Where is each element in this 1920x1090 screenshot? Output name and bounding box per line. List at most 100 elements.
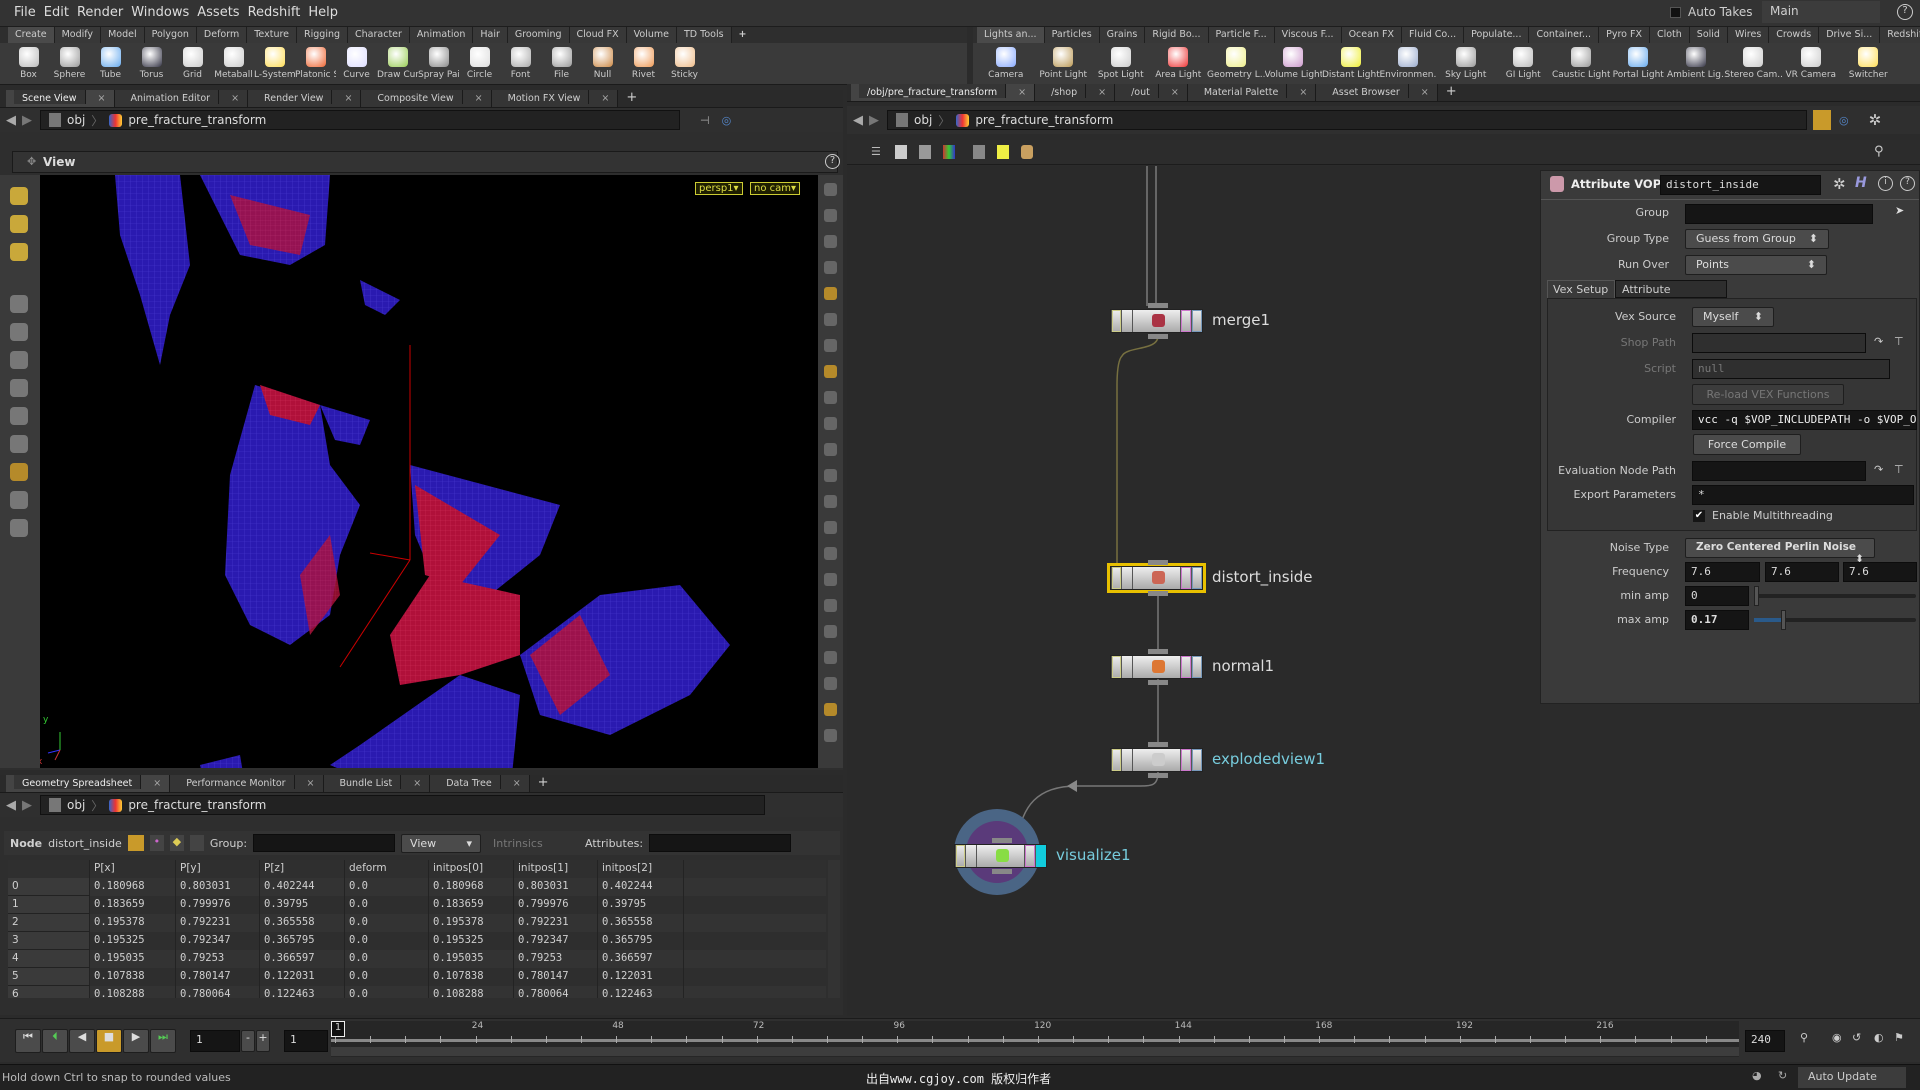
list-view-icon[interactable] — [895, 145, 907, 159]
search-icon[interactable]: ⚲ — [1800, 1031, 1808, 1044]
display-option-icon[interactable] — [824, 287, 837, 300]
shelf-tab-create[interactable]: Create — [8, 27, 55, 43]
jump-start-button[interactable]: ⏮ — [15, 1029, 41, 1053]
shelf-tab-particle-f[interactable]: Particle F... — [1208, 27, 1275, 43]
table-row[interactable]: 0 0.180968 0.803031 0.402244 0.0 0.180968 0.80… — [8, 878, 826, 896]
shelf-tab-model[interactable]: Model — [101, 27, 145, 43]
shelf-tool-geometry-l[interactable]: Geometry L... — [1207, 46, 1265, 80]
group-field[interactable] — [1685, 204, 1873, 224]
detail-mode-icon[interactable] — [189, 835, 204, 851]
frequency-y-field[interactable]: 7.6 — [1765, 562, 1839, 582]
shelf-tab-wires[interactable]: Wires — [1727, 27, 1770, 43]
loop-icon[interactable]: ↺ — [1852, 1031, 1861, 1044]
shelf-tab-deform[interactable]: Deform — [196, 27, 248, 43]
close-tab-icon[interactable]: × — [98, 93, 106, 104]
node-label[interactable]: distort_inside — [1212, 568, 1313, 586]
shelf-tool-ambient-lig[interactable]: Ambient Lig... — [1667, 46, 1725, 80]
display-option-icon[interactable] — [824, 443, 837, 456]
column-header[interactable]: P[x] — [90, 860, 176, 878]
display-option-icon[interactable] — [824, 625, 837, 638]
shelf-tab-lights-an[interactable]: Lights an... — [977, 27, 1045, 43]
template-flag[interactable] — [1180, 310, 1191, 332]
pane-tab-shop[interactable]: /shop × — [1035, 84, 1116, 101]
table-row[interactable]: 5 0.107838 0.780147 0.122031 0.0 0.107838 0.78… — [8, 968, 826, 986]
forward-arrow-icon[interactable]: ▶ — [22, 798, 32, 813]
node-name-field[interactable]: distort_inside — [1660, 175, 1821, 195]
close-tab-icon[interactable]: × — [1299, 87, 1307, 98]
scale-tool-icon[interactable] — [10, 295, 28, 313]
node-output-connector[interactable] — [992, 869, 1012, 874]
shelf-tab-character[interactable]: Character — [348, 27, 410, 43]
magnet-a-tool-icon[interactable] — [10, 351, 28, 369]
shelf-tool-camera[interactable]: Camera — [977, 46, 1035, 80]
node-input-connector[interactable] — [1148, 742, 1168, 747]
pane-tab-composite-view[interactable]: Composite View × — [361, 90, 492, 107]
shelf-tool-area-light[interactable]: Area Light — [1150, 46, 1208, 80]
pane-tab-obj-pre-fracture-transform[interactable]: /obj/pre_fracture_transform × — [851, 84, 1036, 101]
table-row[interactable]: 1 0.183659 0.799976 0.39795 0.0 0.183659 0.799… — [8, 896, 826, 914]
shelf-tool-font[interactable]: Font — [500, 46, 541, 80]
node-label[interactable]: visualize1 — [1056, 846, 1131, 864]
realtime-icon[interactable]: ◉ — [1832, 1031, 1842, 1044]
max-amp-slider-handle[interactable] — [1781, 610, 1786, 630]
force-compile-button[interactable]: Force Compile — [1693, 434, 1801, 455]
shelf-tool-gi-light[interactable]: GI Light — [1495, 46, 1553, 80]
node-chooser-icon[interactable]: ⊤ — [1894, 463, 1904, 476]
shelf-tab-grains[interactable]: Grains — [1099, 27, 1146, 43]
max-amp-field[interactable]: 0.17 — [1685, 610, 1749, 630]
add-shelf-tab-button[interactable]: + — [732, 27, 754, 43]
template-flag[interactable] — [1180, 567, 1191, 589]
export-parameters-field[interactable]: * — [1692, 485, 1914, 505]
close-tab-icon[interactable]: × — [1098, 87, 1106, 98]
shelf-tool-volume-light[interactable]: Volume Light — [1265, 46, 1322, 80]
path-bar[interactable]: obj 〉 pre_fracture_transform — [887, 110, 1807, 130]
shelf-tool-rivet[interactable]: Rivet — [623, 46, 664, 80]
bypass-flag[interactable] — [955, 845, 965, 867]
shelf-tool-tube[interactable]: Tube — [90, 46, 131, 80]
key-options-icon[interactable]: ⚑ — [1894, 1031, 1904, 1044]
close-tab-icon[interactable]: × — [513, 778, 521, 789]
reload-vex-button[interactable]: Re-load VEX Functions — [1692, 384, 1844, 405]
render-region-tool-icon[interactable] — [10, 491, 28, 509]
network-box-icon[interactable] — [973, 145, 985, 159]
update-mode-dropdown[interactable]: Auto Update — [1798, 1067, 1906, 1088]
shelf-tool-point-light[interactable]: Point Light — [1035, 46, 1093, 80]
table-row[interactable]: 4 0.195035 0.79253 0.366597 0.0 0.195035 0.792… — [8, 950, 826, 968]
shelf-tool-curve[interactable]: Curve — [336, 46, 377, 80]
node-output-connector[interactable] — [1148, 591, 1168, 596]
rotate-tool-icon[interactable] — [10, 243, 28, 261]
tab-attribute-bindings[interactable]: Attribute Bindings — [1615, 280, 1727, 309]
column-header[interactable]: P[z] — [260, 860, 345, 878]
path-bar[interactable]: obj 〉 pre_fracture_transform — [40, 795, 765, 815]
close-tab-icon[interactable]: × — [475, 93, 483, 104]
node-chooser-icon[interactable]: ⊤ — [1894, 335, 1904, 348]
shelf-tool-sphere[interactable]: Sphere — [49, 46, 90, 80]
no-cam-menu[interactable]: no cam▾ — [750, 182, 801, 195]
pane-tab-animation-editor[interactable]: Animation Editor × — [114, 90, 249, 107]
pane-tab-motion-fx-view[interactable]: Motion FX View × — [491, 90, 619, 107]
template-flag[interactable] — [1180, 749, 1191, 771]
shelf-tab-texture[interactable]: Texture — [247, 27, 298, 43]
play-reverse-button[interactable]: ◀ — [69, 1029, 95, 1053]
column-header[interactable]: P[y] — [176, 860, 260, 878]
search-icon[interactable]: ⚲ — [1874, 144, 1884, 159]
frequency-x-field[interactable]: 7.6 — [1685, 562, 1760, 582]
start-frame-field[interactable]: 1 — [284, 1030, 328, 1052]
display-option-icon[interactable] — [824, 261, 837, 274]
vex-source-dropdown[interactable]: Myself ⬍ — [1692, 307, 1774, 327]
menu-edit[interactable]: Edit — [40, 0, 73, 20]
shelf-tab-viscous-f[interactable]: Viscous F... — [1274, 27, 1342, 43]
timeline-range-bar[interactable] — [331, 1047, 1739, 1056]
display-option-icon[interactable] — [824, 729, 837, 742]
frequency-z-field[interactable]: 7.6 — [1843, 562, 1917, 582]
path-bar[interactable]: obj 〉 pre_fracture_transform — [40, 110, 680, 130]
display-option-icon[interactable] — [824, 599, 837, 612]
shelf-tool-torus[interactable]: Torus — [131, 46, 172, 80]
vertices-mode-icon[interactable]: • — [149, 835, 164, 851]
shelf-tool-caustic-light[interactable]: Caustic Light — [1552, 46, 1610, 80]
shelf-tool-sticky[interactable]: Sticky — [664, 46, 705, 80]
bypass-flag[interactable] — [1111, 310, 1121, 332]
shelf-tool-circle[interactable]: Circle — [459, 46, 500, 80]
subnet-icon[interactable] — [1021, 145, 1033, 159]
evaluation-node-path-field[interactable] — [1692, 461, 1866, 481]
